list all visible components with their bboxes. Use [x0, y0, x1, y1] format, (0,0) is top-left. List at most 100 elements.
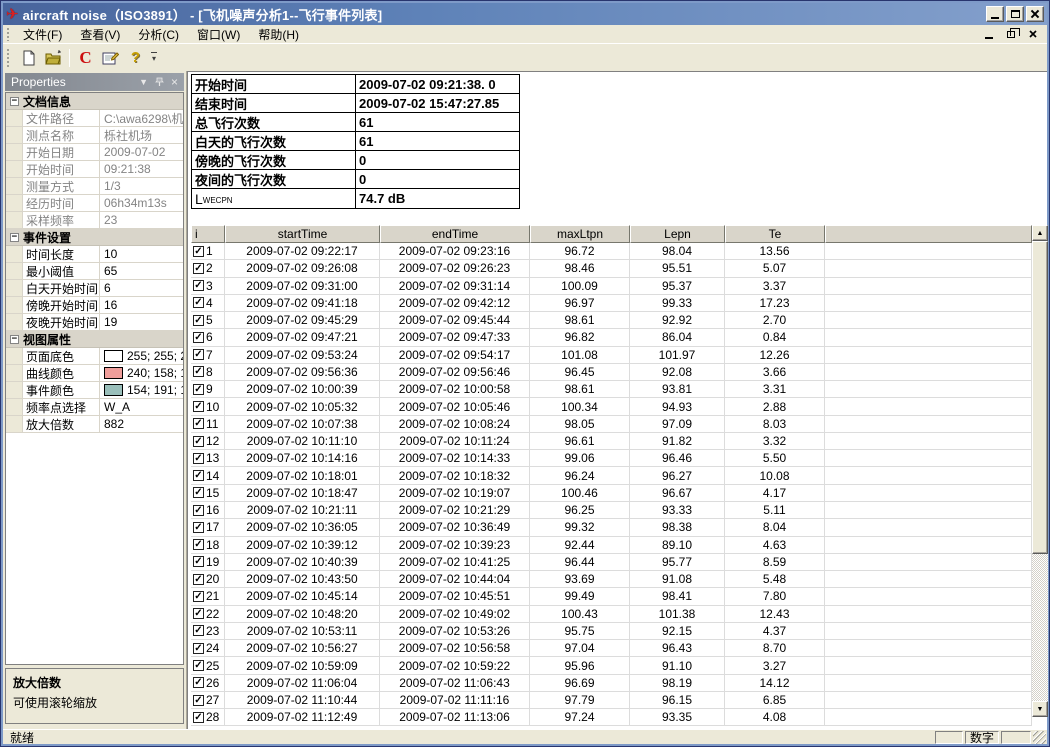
table-row[interactable]: ✓26 2009-07-02 11:06:04 2009-07-02 11:06… [191, 675, 1032, 692]
row-checkbox[interactable]: ✓ [193, 384, 204, 395]
row-checkbox[interactable]: ✓ [193, 695, 204, 706]
property-value[interactable]: 1/3 [100, 179, 183, 193]
row-checkbox[interactable]: ✓ [193, 643, 204, 654]
property-value[interactable]: W_A [100, 400, 183, 414]
column-header-endTime[interactable]: endTime [380, 225, 530, 243]
property-value[interactable]: C:\awa6298\机场 [100, 110, 183, 127]
property-value[interactable]: 6 [100, 281, 183, 295]
property-row[interactable]: 开始日期 2009-07-02 [6, 144, 183, 161]
table-row[interactable]: ✓15 2009-07-02 10:18:47 2009-07-02 10:19… [191, 485, 1032, 502]
panel-pin-icon[interactable] [155, 77, 164, 87]
mdi-minimize-button[interactable] [982, 28, 995, 40]
property-value[interactable]: 06h34m13s [100, 196, 183, 210]
table-row[interactable]: ✓8 2009-07-02 09:56:36 2009-07-02 09:56:… [191, 364, 1032, 381]
table-row[interactable]: ✓23 2009-07-02 10:53:11 2009-07-02 10:53… [191, 623, 1032, 640]
property-value[interactable]: 882 [100, 417, 183, 431]
property-value[interactable]: 23 [100, 213, 183, 227]
color-swatch[interactable] [104, 367, 123, 379]
row-checkbox[interactable]: ✓ [193, 297, 204, 308]
table-row[interactable]: ✓22 2009-07-02 10:48:20 2009-07-02 10:49… [191, 606, 1032, 623]
scroll-down-button[interactable]: ▼ [1032, 701, 1048, 717]
toolbar-overflow-button[interactable]: ▾ [148, 47, 160, 69]
table-row[interactable]: ✓13 2009-07-02 10:14:16 2009-07-02 10:14… [191, 450, 1032, 467]
property-row[interactable]: 白天开始时间 6 [6, 280, 183, 297]
table-row[interactable]: ✓27 2009-07-02 11:10:44 2009-07-02 11:11… [191, 692, 1032, 709]
row-checkbox[interactable]: ✓ [193, 522, 204, 533]
row-checkbox[interactable]: ✓ [193, 436, 204, 447]
property-row[interactable]: 时间长度 10 [6, 246, 183, 263]
table-row[interactable]: ✓19 2009-07-02 10:40:39 2009-07-02 10:41… [191, 554, 1032, 571]
table-row[interactable]: ✓10 2009-07-02 10:05:32 2009-07-02 10:05… [191, 398, 1032, 415]
property-value[interactable]: 65 [100, 264, 183, 278]
property-row[interactable]: 页面底色 255; 255; 25 [6, 348, 183, 365]
property-value[interactable]: 栎社机场 [100, 127, 183, 144]
property-row[interactable]: 经历时间 06h34m13s [6, 195, 183, 212]
mdi-restore-button[interactable] [1004, 28, 1017, 40]
color-swatch[interactable] [104, 384, 123, 396]
row-checkbox[interactable]: ✓ [193, 418, 204, 429]
table-row[interactable]: ✓6 2009-07-02 09:47:21 2009-07-02 09:47:… [191, 329, 1032, 346]
property-row[interactable]: 文件路径 C:\awa6298\机场 [6, 110, 183, 127]
table-row[interactable]: ✓4 2009-07-02 09:41:18 2009-07-02 09:42:… [191, 295, 1032, 312]
scrollbar-thumb[interactable] [1032, 241, 1048, 554]
property-row[interactable]: 最小阈值 65 [6, 263, 183, 280]
table-row[interactable]: ✓16 2009-07-02 10:21:11 2009-07-02 10:21… [191, 502, 1032, 519]
property-section-header[interactable]: − 视图属性 [6, 331, 183, 348]
table-row[interactable]: ✓24 2009-07-02 10:56:27 2009-07-02 10:56… [191, 640, 1032, 657]
collapse-minus-icon[interactable]: − [10, 335, 19, 344]
scroll-up-button[interactable]: ▲ [1032, 225, 1048, 241]
property-value[interactable]: 09:21:38 [100, 162, 183, 176]
row-checkbox[interactable]: ✓ [193, 660, 204, 671]
table-row[interactable]: ✓17 2009-07-02 10:36:05 2009-07-02 10:36… [191, 519, 1032, 536]
vertical-scrollbar[interactable]: ▲ ▼ [1032, 225, 1048, 717]
table-row[interactable]: ✓12 2009-07-02 10:11:10 2009-07-02 10:11… [191, 433, 1032, 450]
column-header-Te[interactable]: Te [725, 225, 825, 243]
row-checkbox[interactable]: ✓ [193, 539, 204, 550]
menu-item[interactable]: 帮助(H) [249, 25, 308, 44]
property-value[interactable]: 10 [100, 247, 183, 261]
row-checkbox[interactable]: ✓ [193, 366, 204, 377]
property-value[interactable]: 240; 158; 15 [100, 366, 183, 380]
table-row[interactable]: ✓2 2009-07-02 09:26:08 2009-07-02 09:26:… [191, 260, 1032, 277]
property-row[interactable]: 采样频率 23 [6, 212, 183, 229]
properties-panel-header[interactable]: Properties ▼ × [5, 73, 184, 91]
table-row[interactable]: ✓7 2009-07-02 09:53:24 2009-07-02 09:54:… [191, 347, 1032, 364]
menu-item[interactable]: 文件(F) [14, 25, 71, 44]
menu-item[interactable]: 窗口(W) [188, 25, 249, 44]
row-checkbox[interactable]: ✓ [193, 591, 204, 602]
table-row[interactable]: ✓20 2009-07-02 10:43:50 2009-07-02 10:44… [191, 571, 1032, 588]
row-checkbox[interactable]: ✓ [193, 349, 204, 360]
menu-item[interactable]: 分析(C) [129, 25, 188, 44]
table-row[interactable]: ✓1 2009-07-02 09:22:17 2009-07-02 09:23:… [191, 243, 1032, 260]
row-checkbox[interactable]: ✓ [193, 401, 204, 412]
table-row[interactable]: ✓28 2009-07-02 11:12:49 2009-07-02 11:13… [191, 709, 1032, 726]
row-checkbox[interactable]: ✓ [193, 315, 204, 326]
column-header-startTime[interactable]: startTime [225, 225, 380, 243]
toolbar-grip[interactable] [6, 48, 11, 68]
close-button[interactable] [1026, 6, 1044, 22]
table-row[interactable]: ✓21 2009-07-02 10:45:14 2009-07-02 10:45… [191, 588, 1032, 605]
column-header-filler[interactable] [825, 225, 1032, 243]
resize-grip[interactable] [1033, 731, 1046, 744]
column-header-maxLtpn[interactable]: maxLtpn [530, 225, 630, 243]
row-checkbox[interactable]: ✓ [193, 574, 204, 585]
property-row[interactable]: 傍晚开始时间 16 [6, 297, 183, 314]
open-file-button[interactable] [42, 47, 65, 69]
table-row[interactable]: ✓5 2009-07-02 09:45:29 2009-07-02 09:45:… [191, 312, 1032, 329]
row-checkbox[interactable]: ✓ [193, 487, 204, 498]
new-document-button[interactable] [17, 47, 40, 69]
row-checkbox[interactable]: ✓ [193, 470, 204, 481]
property-section-header[interactable]: − 文档信息 [6, 93, 183, 110]
column-header-i[interactable]: i [191, 225, 225, 243]
property-row[interactable]: 放大倍数 882 [6, 416, 183, 433]
row-checkbox[interactable]: ✓ [193, 505, 204, 516]
property-row[interactable]: 测点名称 栎社机场 [6, 127, 183, 144]
row-checkbox[interactable]: ✓ [193, 246, 204, 257]
property-row[interactable]: 事件颜色 154; 191; 18 [6, 382, 183, 399]
minimize-button[interactable] [986, 6, 1004, 22]
row-checkbox[interactable]: ✓ [193, 608, 204, 619]
panel-close-icon[interactable]: × [171, 77, 178, 87]
panel-menu-chevron-down-icon[interactable]: ▼ [139, 77, 148, 87]
property-value[interactable]: 16 [100, 298, 183, 312]
collapse-minus-icon[interactable]: − [10, 97, 19, 106]
